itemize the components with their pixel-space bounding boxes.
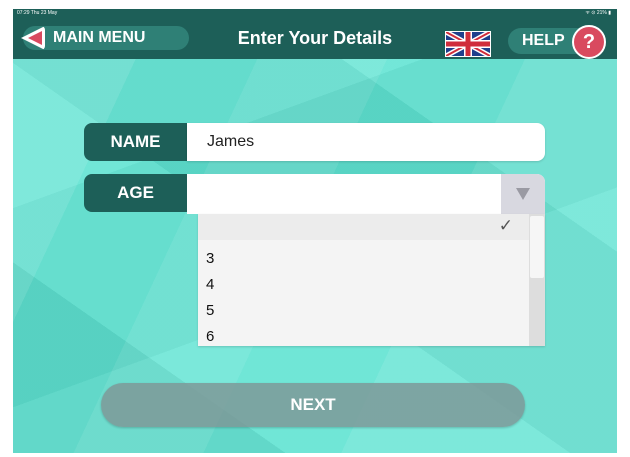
- checkmark-icon: ✓: [498, 216, 513, 235]
- age-label: AGE: [84, 174, 187, 212]
- dropdown-arrow-icon: [516, 188, 530, 200]
- union-jack-flag-icon[interactable]: [445, 31, 491, 57]
- dropdown-scrollbar[interactable]: [529, 214, 545, 346]
- age-select[interactable]: [187, 174, 545, 214]
- status-time: 07:29 Thu 23 May: [17, 10, 58, 16]
- dropdown-selected-option[interactable]: ✓: [198, 214, 529, 240]
- scrollbar-thumb[interactable]: [530, 216, 544, 278]
- dropdown-option[interactable]: 6: [198, 324, 529, 346]
- status-indicators: ᯤ ⊙ 21% ▮: [585, 10, 611, 16]
- age-dropdown-toggle[interactable]: [501, 174, 545, 214]
- name-label: NAME: [84, 123, 187, 161]
- dropdown-option[interactable]: 3: [198, 246, 529, 272]
- header-bar: MAIN MENU Enter Your Details HELP ?: [13, 17, 617, 59]
- question-mark-icon: ?: [572, 25, 606, 59]
- name-input[interactable]: [187, 123, 545, 161]
- next-button[interactable]: NEXT: [101, 383, 525, 427]
- status-bar: 07:29 Thu 23 May ᯤ ⊙ 21% ▮: [13, 9, 617, 17]
- dropdown-options: 3 4 5 6: [198, 246, 529, 346]
- age-dropdown-list[interactable]: ✓ 3 4 5 6: [198, 214, 545, 346]
- help-button[interactable]: HELP ?: [508, 25, 606, 59]
- dropdown-option[interactable]: 4: [198, 272, 529, 298]
- app-screen: 07:29 Thu 23 May ᯤ ⊙ 21% ▮ MAIN MENU Ent…: [13, 9, 617, 453]
- dropdown-option[interactable]: 5: [198, 298, 529, 324]
- help-label: HELP: [522, 32, 565, 49]
